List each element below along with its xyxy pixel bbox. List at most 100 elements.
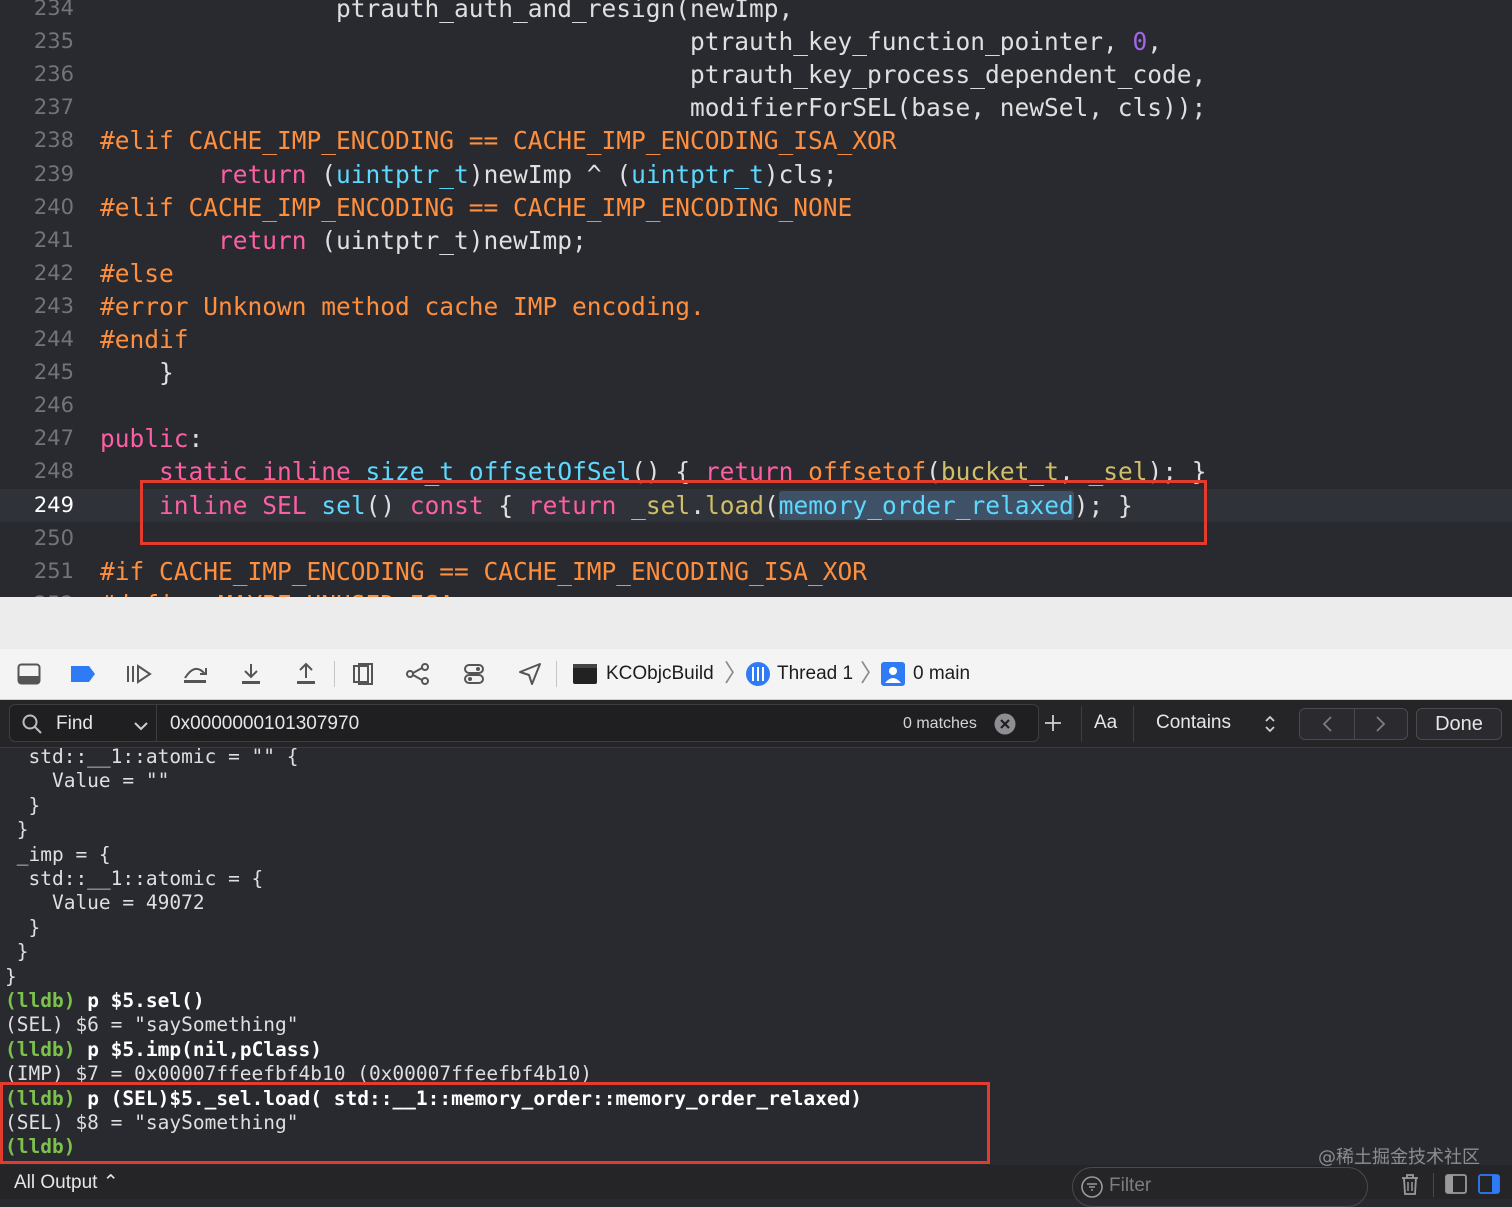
debug-memory-graph-icon[interactable] — [403, 659, 433, 689]
debug-view-hierarchy-icon[interactable] — [348, 659, 378, 689]
line-number[interactable]: 250 — [0, 522, 74, 555]
code-text[interactable]: ptrauth_auth_and_resign(newImp, — [100, 0, 793, 25]
line-number[interactable]: 237 — [0, 91, 74, 124]
breadcrumb-thread[interactable]: Thread 1 — [777, 649, 853, 699]
filter-icon — [1081, 1176, 1103, 1198]
add-pattern-icon[interactable] — [1043, 713, 1063, 738]
ignore-case-toggle[interactable]: Aa — [1094, 704, 1117, 742]
code-text[interactable]: ptrauth_key_function_pointer, 0, — [100, 25, 1162, 58]
line-number[interactable]: 245 — [0, 356, 74, 389]
line-number[interactable]: 238 — [0, 124, 74, 157]
watermark-text: @稀土掘金技术社区 — [1318, 1147, 1480, 1168]
line-number[interactable]: 241 — [0, 224, 74, 257]
code-text[interactable]: return (uintptr_t)newImp; — [100, 224, 587, 257]
code-line[interactable]: 248 static inline size_t offsetOfSel() {… — [0, 455, 1512, 488]
environment-overrides-icon[interactable] — [459, 659, 489, 689]
step-into-icon[interactable] — [236, 659, 266, 689]
source-editor[interactable]: 234 ptrauth_auth_and_resign(newImp, 235 p… — [0, 0, 1512, 597]
console-line: (lldb) — [5, 1135, 76, 1159]
next-match-button[interactable] — [1354, 708, 1408, 740]
hide-debug-area-icon[interactable] — [14, 659, 44, 689]
step-over-icon[interactable] — [180, 659, 210, 689]
code-line[interactable]: 250 — [0, 522, 1512, 555]
output-selector[interactable]: All Output ⌃ — [14, 1165, 119, 1201]
simulate-location-icon[interactable] — [515, 659, 545, 689]
clear-search-icon[interactable] — [994, 713, 1016, 740]
code-line[interactable]: 245 } — [0, 356, 1512, 389]
code-line[interactable]: 234 ptrauth_auth_and_resign(newImp, — [0, 0, 1512, 25]
trash-icon[interactable] — [1398, 1172, 1422, 1201]
show-variables-view-icon[interactable] — [1444, 1172, 1468, 1201]
line-number[interactable]: 246 — [0, 389, 74, 422]
code-line[interactable]: 241 return (uintptr_t)newImp; — [0, 224, 1512, 257]
find-mode-select[interactable]: Find — [56, 705, 93, 743]
code-text[interactable]: #else — [100, 257, 174, 290]
code-text[interactable]: #error Unknown method cache IMP encoding… — [100, 290, 705, 323]
previous-match-button[interactable] — [1299, 708, 1355, 740]
filter-field[interactable]: Filter — [1072, 1167, 1368, 1207]
separator — [334, 661, 335, 687]
console-line: } — [5, 793, 41, 817]
code-line[interactable]: 247 public: — [0, 422, 1512, 455]
line-number[interactable]: 242 — [0, 257, 74, 290]
updown-chevron-icon[interactable] — [1264, 714, 1276, 739]
code-text[interactable]: ptrauth_key_process_dependent_code, — [100, 58, 1206, 91]
code-text[interactable]: return (uintptr_t)newImp ^ (uintptr_t)cl… — [100, 158, 838, 191]
console-output[interactable]: std::__1::atomic = "" { Value = "" } } _… — [0, 748, 1512, 1165]
breadcrumb-scheme[interactable]: KCObjcBuild — [606, 649, 714, 699]
breakpoints-toggle-icon[interactable] — [68, 659, 98, 689]
line-number[interactable]: 234 — [0, 0, 74, 25]
find-query-input[interactable]: 0x0000000101307970 — [170, 705, 359, 743]
code-line[interactable]: 239 return (uintptr_t)newImp ^ (uintptr_… — [0, 158, 1512, 191]
code-line[interactable]: 249 inline SEL sel() const { return _sel… — [0, 488, 1512, 522]
code-text[interactable]: #define MAYBE_UNUSED_ISA — [100, 588, 454, 597]
console-line: (SEL) $6 = "saySomething" — [5, 1013, 299, 1037]
show-console-view-icon[interactable] — [1477, 1172, 1501, 1201]
line-number[interactable]: 240 — [0, 191, 74, 224]
match-type-select[interactable]: Contains — [1156, 704, 1231, 742]
code-text[interactable]: public: — [100, 422, 203, 455]
code-text[interactable]: inline SEL sel() const { return _sel.loa… — [100, 489, 1133, 522]
line-number[interactable]: 252 — [0, 588, 74, 597]
line-number[interactable]: 249 — [0, 489, 74, 522]
done-button[interactable]: Done — [1416, 708, 1502, 740]
line-number[interactable]: 236 — [0, 58, 74, 91]
step-out-icon[interactable] — [291, 659, 321, 689]
console-line: (lldb) p (SEL)$5._sel.load( std::__1::me… — [5, 1086, 863, 1110]
code-text[interactable]: #elif CACHE_IMP_ENCODING == CACHE_IMP_EN… — [100, 124, 897, 157]
console-line: } — [5, 964, 17, 988]
line-number[interactable]: 244 — [0, 323, 74, 356]
breadcrumb-frame[interactable]: 0 main — [913, 649, 970, 699]
line-number[interactable]: 248 — [0, 455, 74, 488]
code-line[interactable]: 236 ptrauth_key_process_dependent_code, — [0, 58, 1512, 91]
code-line[interactable]: 240 #elif CACHE_IMP_ENCODING == CACHE_IMP… — [0, 191, 1512, 224]
code-text[interactable]: #if CACHE_IMP_ENCODING == CACHE_IMP_ENCO… — [100, 555, 867, 588]
code-text[interactable]: #elif CACHE_IMP_ENCODING == CACHE_IMP_EN… — [100, 191, 852, 224]
line-number[interactable]: 243 — [0, 290, 74, 323]
divider — [1081, 706, 1082, 742]
search-icon — [22, 714, 42, 739]
line-number[interactable]: 251 — [0, 555, 74, 588]
continue-icon[interactable] — [124, 659, 154, 689]
console-line: std::__1::atomic = { — [5, 867, 264, 890]
code-line[interactable]: 244 #endif — [0, 323, 1512, 356]
line-number[interactable]: 247 — [0, 422, 74, 455]
code-line[interactable]: 252 #define MAYBE_UNUSED_ISA — [0, 588, 1512, 597]
chevron-down-icon[interactable] — [134, 718, 148, 736]
code-line[interactable]: 242 #else — [0, 257, 1512, 290]
code-line[interactable]: 246 — [0, 389, 1512, 422]
code-text[interactable]: } — [100, 356, 174, 389]
code-line[interactable]: 237 modifierForSEL(base, newSel, cls)); — [0, 91, 1512, 124]
code-text[interactable]: #endif — [100, 323, 189, 356]
find-field[interactable]: Find 0x0000000101307970 0 matches — [9, 704, 1039, 742]
separator — [1433, 1173, 1434, 1197]
code-line[interactable]: 238 #elif CACHE_IMP_ENCODING == CACHE_IMP… — [0, 124, 1512, 157]
code-line[interactable]: 235 ptrauth_key_function_pointer, 0, — [0, 25, 1512, 58]
code-line[interactable]: 243 #error Unknown method cache IMP encod… — [0, 290, 1512, 323]
code-text[interactable]: modifierForSEL(base, newSel, cls)); — [100, 91, 1206, 124]
code-text[interactable]: static inline size_t offsetOfSel() { ret… — [100, 455, 1206, 488]
line-number[interactable]: 235 — [0, 25, 74, 58]
line-number[interactable]: 239 — [0, 158, 74, 191]
editor-console-divider[interactable] — [0, 597, 1512, 650]
code-line[interactable]: 251 #if CACHE_IMP_ENCODING == CACHE_IMP_E… — [0, 555, 1512, 588]
